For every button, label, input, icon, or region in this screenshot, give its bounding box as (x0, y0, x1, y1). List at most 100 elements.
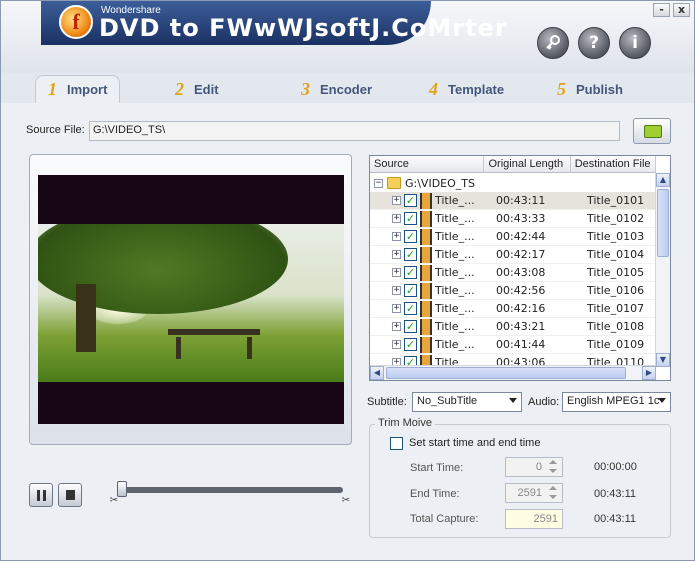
trim-end-scissors-icon[interactable]: ✂ (341, 495, 351, 507)
spin-up-icon[interactable] (546, 459, 560, 467)
expand-icon[interactable]: + (392, 196, 401, 205)
destination-file[interactable]: Title_0106 (582, 284, 656, 297)
start-time-spinner[interactable]: 0 (505, 457, 563, 477)
table-row[interactable]: + ✓ Title_... 00:42:16 Title_0107 (370, 300, 656, 318)
original-length: 00:43:08 (496, 266, 546, 279)
vertical-scrollbar[interactable]: ▲ ▼ (655, 173, 670, 367)
spin-down-icon[interactable] (546, 493, 560, 501)
scroll-left-icon[interactable]: ◀ (370, 366, 384, 380)
tab-import[interactable]: 1 Import (35, 75, 121, 103)
help-button[interactable]: ? (578, 27, 610, 59)
table-row[interactable]: + ✓ Title_... 00:43:33 Title_0102 (370, 210, 656, 228)
include-checkbox[interactable]: ✓ (404, 230, 417, 243)
destination-file[interactable]: Title_0103 (582, 230, 656, 243)
spin-down-icon[interactable] (546, 467, 560, 475)
open-folder-icon (644, 125, 662, 138)
root-folder-node[interactable]: − G:\VIDEO_TS (374, 175, 475, 191)
tab-encoder[interactable]: 3 Encoder (301, 75, 372, 103)
table-row[interactable]: + ✓ Title_... 00:43:21 Title_0108 (370, 318, 656, 336)
tab-publish[interactable]: 5 Publish (557, 75, 623, 103)
destination-file[interactable]: Title_0109 (582, 338, 656, 351)
audio-label: Audio: (528, 396, 560, 408)
trim-slider[interactable]: ✂ ✂ (109, 481, 353, 511)
stop-button[interactable] (58, 483, 82, 507)
scroll-right-icon[interactable]: ▶ (642, 366, 656, 380)
include-checkbox[interactable]: ✓ (404, 302, 417, 315)
include-checkbox[interactable]: ✓ (404, 266, 417, 279)
end-time-spinner[interactable]: 2591 (505, 483, 563, 503)
original-length: 00:43:33 (496, 212, 546, 225)
title-name: Title_... (435, 248, 475, 261)
tab-edit[interactable]: 2 Edit (175, 75, 219, 103)
destination-file[interactable]: Title_0105 (582, 266, 656, 279)
collapse-icon[interactable]: − (374, 178, 383, 188)
title-name: Title_... (435, 194, 475, 207)
expand-icon[interactable]: + (392, 268, 401, 277)
column-source[interactable]: Source (370, 156, 485, 173)
subtitle-select[interactable]: No_SubTitle (412, 392, 522, 412)
destination-file[interactable]: Title_0101 (582, 194, 656, 207)
table-row[interactable]: + ✓ Title_... 00:43:11 Title_0101 (370, 192, 656, 210)
register-button[interactable] (537, 27, 569, 59)
table-row[interactable]: + ✓ Title_... 00:42:56 Title_0106 (370, 282, 656, 300)
original-length: 00:41:44 (496, 338, 546, 351)
original-length: 00:43:11 (496, 194, 546, 207)
hscroll-thumb[interactable] (386, 367, 626, 379)
close-button[interactable]: x (673, 3, 690, 17)
film-icon (420, 318, 432, 335)
column-original-length[interactable]: Original Length (484, 156, 571, 173)
expand-icon[interactable]: + (392, 286, 401, 295)
key-icon (546, 35, 560, 50)
start-time-value: 0 (535, 461, 542, 473)
title-name: Title_... (435, 266, 475, 279)
include-checkbox[interactable]: ✓ (404, 248, 417, 261)
expand-icon[interactable]: + (392, 304, 401, 313)
pause-button[interactable] (29, 483, 53, 507)
expand-icon[interactable]: + (392, 250, 401, 259)
source-file-input[interactable]: G:\VIDEO_TS\ (89, 121, 620, 141)
end-time-label: End Time: (410, 488, 460, 500)
tab-number: 5 (557, 78, 566, 99)
column-destination-file[interactable]: Destination File (571, 156, 656, 173)
table-row[interactable]: + ✓ Title_... 00:42:44 Title_0103 (370, 228, 656, 246)
title-name: Title_... (435, 338, 475, 351)
destination-file[interactable]: Title_0102 (582, 212, 656, 225)
tab-number: 1 (48, 79, 57, 99)
spin-up-icon[interactable] (546, 485, 560, 493)
app-logo-icon: f (59, 5, 93, 39)
info-button[interactable]: i (619, 27, 651, 59)
horizontal-scrollbar[interactable]: ◀ ▶ (370, 365, 656, 380)
stop-icon (66, 490, 75, 500)
destination-file[interactable]: Title_0104 (582, 248, 656, 261)
expand-icon[interactable]: + (392, 214, 401, 223)
include-checkbox[interactable]: ✓ (404, 212, 417, 225)
destination-file[interactable]: Title_0107 (582, 302, 656, 315)
trim-start-scissors-icon[interactable]: ✂ (109, 495, 119, 507)
total-capture-readout: 00:43:11 (594, 513, 637, 525)
minimize-button[interactable]: - (653, 3, 670, 17)
tab-template[interactable]: 4 Template (429, 75, 504, 103)
include-checkbox[interactable]: ✓ (404, 320, 417, 333)
expand-icon[interactable]: + (392, 232, 401, 241)
film-icon (420, 264, 432, 281)
scroll-up-icon[interactable]: ▲ (656, 173, 670, 187)
app-window: f Wondershare DVD to FWwWJsoftJ.CoMrter … (0, 0, 695, 561)
table-row[interactable]: + ✓ Title_... 00:42:17 Title_0104 (370, 246, 656, 264)
include-checkbox[interactable]: ✓ (404, 338, 417, 351)
set-time-checkbox[interactable] (390, 437, 403, 450)
destination-file[interactable]: Title_0108 (582, 320, 656, 333)
audio-select[interactable]: English MPEG1 1c (562, 392, 671, 412)
include-checkbox[interactable]: ✓ (404, 194, 417, 207)
title-name: Title_... (435, 212, 475, 225)
include-checkbox[interactable]: ✓ (404, 284, 417, 297)
list-header: Source Original Length Destination File (370, 156, 656, 173)
scroll-down-icon[interactable]: ▼ (656, 353, 670, 367)
expand-icon[interactable]: + (392, 340, 401, 349)
scroll-thumb[interactable] (657, 189, 669, 257)
table-row[interactable]: + ✓ Title_... 00:41:44 Title_0109 (370, 336, 656, 354)
expand-icon[interactable]: + (392, 322, 401, 331)
tab-label: Edit (194, 81, 219, 97)
original-length: 00:42:17 (496, 248, 546, 261)
browse-button[interactable] (633, 118, 671, 144)
table-row[interactable]: + ✓ Title_... 00:43:08 Title_0105 (370, 264, 656, 282)
